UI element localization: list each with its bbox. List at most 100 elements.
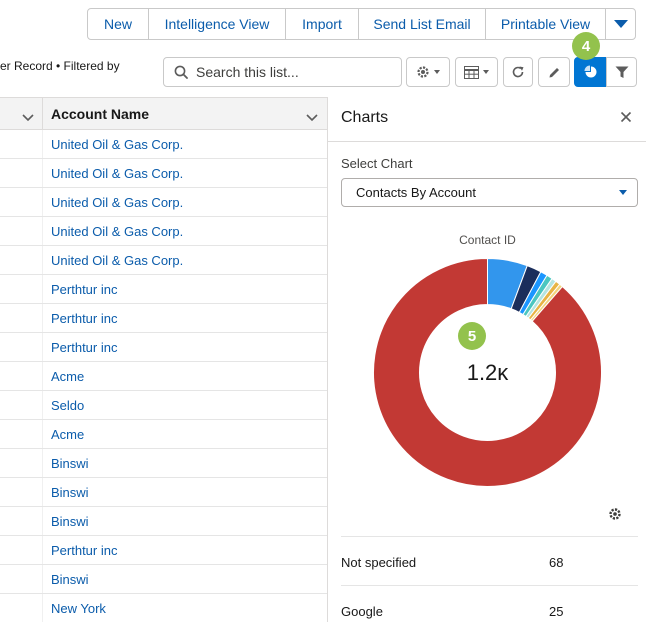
- table-row: New York: [0, 594, 327, 622]
- account-name-link[interactable]: Binswi: [51, 514, 89, 529]
- cell-divider: [42, 246, 43, 274]
- chart-select-value: Contacts By Account: [356, 185, 476, 200]
- step-badge: 4: [572, 32, 600, 60]
- table-row: United Oil & Gas Corp.: [0, 188, 327, 217]
- list-actions-bar: New Intelligence View Import Send List E…: [87, 8, 636, 40]
- cell-divider: [42, 507, 43, 535]
- table-row: Perthtur inc: [0, 304, 327, 333]
- caret-down-icon: [483, 70, 489, 74]
- account-name-link[interactable]: Perthtur inc: [51, 340, 117, 355]
- account-name-link[interactable]: New York: [51, 601, 106, 616]
- account-name-link[interactable]: Binswi: [51, 572, 89, 587]
- table-row: Perthtur inc: [0, 275, 327, 304]
- search-icon: [174, 65, 188, 79]
- send-list-email-button[interactable]: Send List Email: [358, 8, 486, 40]
- list-settings-button[interactable]: [406, 57, 450, 87]
- account-name-link[interactable]: United Oil & Gas Corp.: [51, 224, 183, 239]
- cell-divider: [42, 449, 43, 477]
- account-name-link[interactable]: Perthtur inc: [51, 282, 117, 297]
- column-header-account-name[interactable]: Account Name: [51, 106, 149, 122]
- legend-label: Not specified: [341, 555, 417, 570]
- legend-row: Not specified 68: [341, 536, 638, 585]
- table-row: Binswi: [0, 507, 327, 536]
- legend-value: 25: [549, 604, 564, 619]
- account-name-link[interactable]: Acme: [51, 427, 84, 442]
- search-box: [163, 57, 402, 87]
- table-row: Perthtur inc: [0, 333, 327, 362]
- cell-divider: [42, 217, 43, 245]
- pie-chart-icon: [584, 65, 596, 78]
- account-name-link[interactable]: Binswi: [51, 485, 89, 500]
- table-row: United Oil & Gas Corp.: [0, 159, 327, 188]
- account-name-link[interactable]: Perthtur inc: [51, 311, 117, 326]
- cell-divider: [42, 188, 43, 216]
- table-body: United Oil & Gas Corp. United Oil & Gas …: [0, 130, 327, 622]
- intelligence-view-button[interactable]: Intelligence View: [148, 8, 286, 40]
- account-name-link[interactable]: United Oil & Gas Corp.: [51, 137, 183, 152]
- filter-icon: [615, 66, 628, 78]
- display-as-button[interactable]: [455, 57, 498, 87]
- caret-down-icon: [434, 70, 440, 74]
- table-row: Acme: [0, 362, 327, 391]
- panel-title: Charts: [341, 109, 389, 126]
- cell-divider: [42, 362, 43, 390]
- import-button[interactable]: Import: [285, 8, 359, 40]
- pencil-icon: [549, 67, 559, 77]
- chevron-down-icon[interactable]: [306, 109, 318, 127]
- account-name-link[interactable]: United Oil & Gas Corp.: [51, 195, 183, 210]
- account-name-link[interactable]: United Oil & Gas Corp.: [51, 253, 183, 268]
- legend-value: 68: [549, 555, 564, 570]
- cell-divider: [42, 304, 43, 332]
- cell-divider: [42, 275, 43, 303]
- refresh-icon: [512, 66, 524, 78]
- charts-button[interactable]: [574, 57, 607, 87]
- step-badge: 5: [458, 322, 486, 350]
- account-name-link[interactable]: Perthtur inc: [51, 543, 117, 558]
- list-info-text: er Record • Filtered by: [0, 59, 120, 73]
- table-row: United Oil & Gas Corp.: [0, 130, 327, 159]
- chart-total-value: 1.2ĸ: [466, 360, 509, 385]
- table-row: United Oil & Gas Corp.: [0, 217, 327, 246]
- charts-panel-header: Charts: [328, 97, 646, 142]
- cell-divider: [42, 594, 43, 622]
- chart-select[interactable]: Contacts By Account: [341, 178, 638, 207]
- account-name-link[interactable]: United Oil & Gas Corp.: [51, 166, 183, 181]
- account-name-link[interactable]: Seldo: [51, 398, 84, 413]
- cell-divider: [42, 420, 43, 448]
- new-button[interactable]: New: [87, 8, 149, 40]
- table-row: Perthtur inc: [0, 536, 327, 565]
- search-input[interactable]: [196, 64, 391, 80]
- table-row: Binswi: [0, 449, 327, 478]
- chart-title: Contact ID: [459, 233, 516, 247]
- table-row: Binswi: [0, 565, 327, 594]
- table-row: Binswi: [0, 478, 327, 507]
- table-row: Seldo: [0, 391, 327, 420]
- cell-divider: [42, 536, 43, 564]
- select-chart-label: Select Chart: [341, 156, 413, 171]
- gear-icon[interactable]: [608, 507, 622, 526]
- chevron-down-icon: [613, 20, 628, 28]
- more-actions-button[interactable]: [605, 8, 636, 40]
- cell-divider: [42, 333, 43, 361]
- inline-edit-button[interactable]: [538, 57, 570, 87]
- chevron-down-icon[interactable]: [22, 109, 34, 127]
- legend-row: Google 25: [341, 585, 638, 622]
- cell-divider: [42, 478, 43, 506]
- caret-down-icon: [619, 190, 627, 195]
- table-row: United Oil & Gas Corp.: [0, 246, 327, 275]
- cell-divider: [42, 391, 43, 419]
- cell-divider: [42, 159, 43, 187]
- gear-icon: [417, 66, 429, 78]
- filters-button[interactable]: [606, 57, 637, 87]
- close-icon[interactable]: [620, 110, 632, 128]
- refresh-button[interactable]: [503, 57, 533, 87]
- table-header: Account Name: [0, 97, 327, 130]
- account-name-link[interactable]: Acme: [51, 369, 84, 384]
- charts-panel: Charts Select Chart Contacts By Account …: [327, 97, 646, 622]
- cell-divider: [42, 565, 43, 593]
- table-icon: [464, 65, 479, 79]
- account-name-link[interactable]: Binswi: [51, 456, 89, 471]
- chart-legend-table: Not specified 68 Google 25: [341, 536, 638, 622]
- column-divider: [42, 98, 43, 129]
- legend-label: Google: [341, 604, 383, 619]
